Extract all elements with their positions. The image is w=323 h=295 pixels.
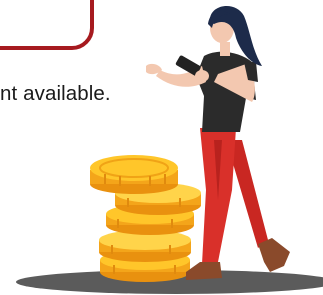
woman-coins-illustration: [16, 5, 323, 294]
coin-stack-icon: [90, 155, 201, 282]
screen: nt available.: [0, 0, 323, 295]
